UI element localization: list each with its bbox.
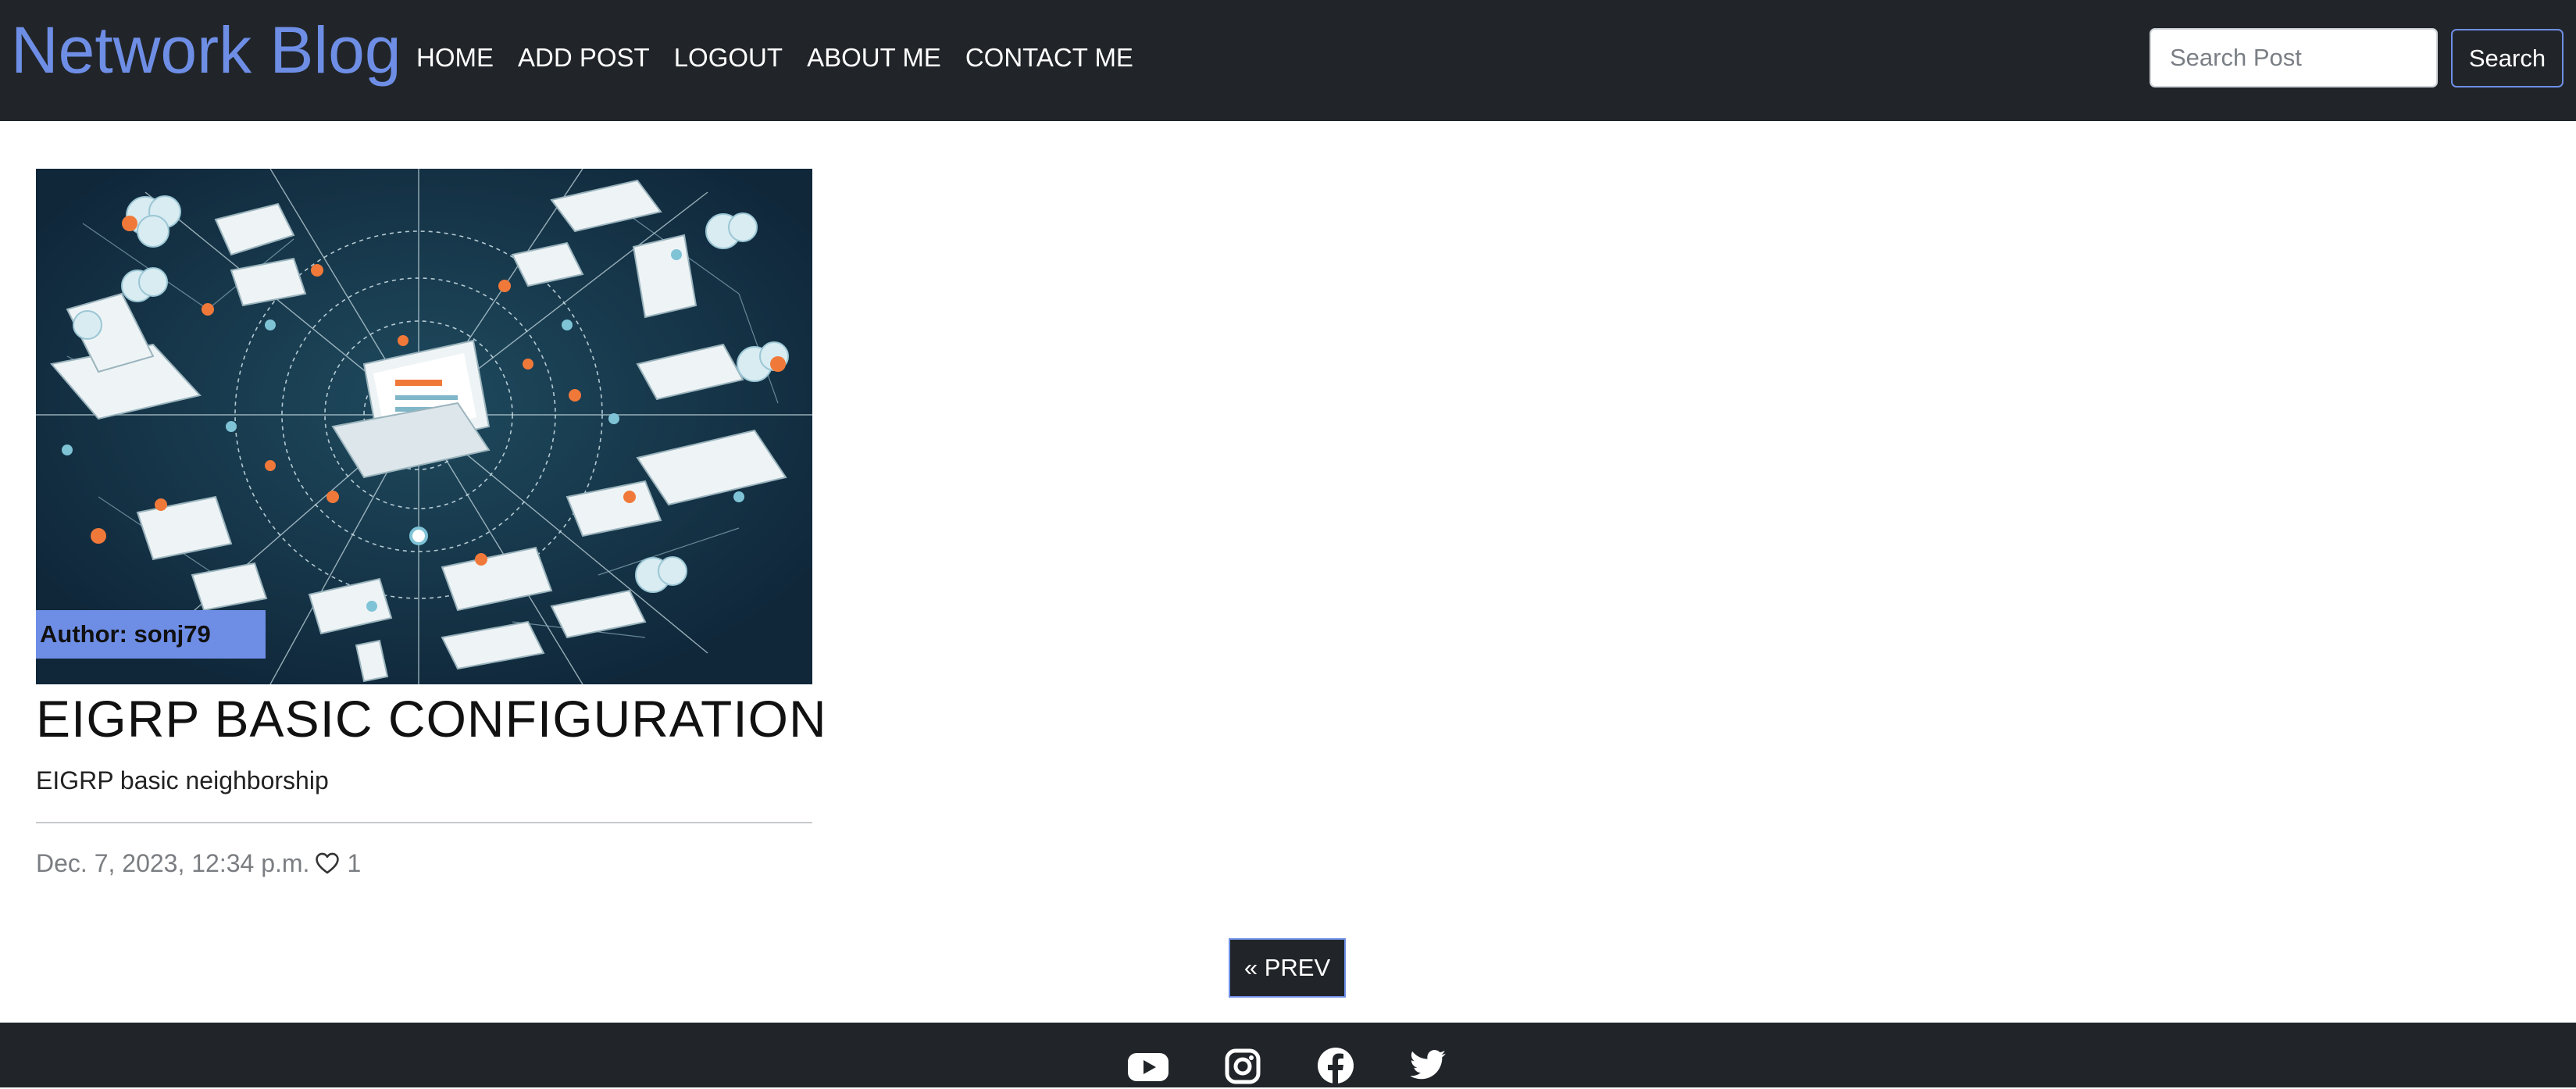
post-date: Dec. 7, 2023, 12:34 p.m.: [36, 849, 310, 877]
nav-link-add-post[interactable]: ADD POST: [518, 39, 650, 77]
youtube-icon[interactable]: [1127, 1046, 1169, 1085]
nav-link-home[interactable]: HOME: [416, 39, 494, 77]
brand-logo[interactable]: Network Blog: [11, 11, 401, 89]
heart-icon[interactable]: [314, 850, 341, 877]
facebook-icon[interactable]: [1315, 1046, 1357, 1085]
nav-link-about-me[interactable]: ABOUT ME: [807, 39, 941, 77]
search-button[interactable]: Search: [2451, 29, 2564, 87]
network-illustration-icon: [36, 169, 812, 684]
nav-link-contact-me[interactable]: CONTACT ME: [965, 39, 1133, 77]
twitter-icon[interactable]: [1407, 1046, 1449, 1085]
post-title[interactable]: EIGRP BASIC CONFIGURATION: [36, 687, 826, 750]
prev-page-button[interactable]: « PREV: [1229, 938, 1346, 998]
post-card[interactable]: Author: sonj79 EIGRP BASIC CONFIGURATION…: [36, 169, 826, 880]
post-image[interactable]: Author: sonj79: [36, 169, 812, 684]
footer: [0, 1023, 2576, 1087]
instagram-icon[interactable]: [1222, 1046, 1264, 1085]
nav-link-logout[interactable]: LOGOUT: [674, 39, 783, 77]
post-summary: EIGRP basic neighborship: [36, 766, 329, 794]
search-input[interactable]: [2150, 28, 2438, 87]
author-badge: Author: sonj79: [36, 610, 266, 659]
like-count: 1: [347, 849, 362, 877]
post-meta: Dec. 7, 2023, 12:34 p.m. 1: [36, 847, 812, 880]
top-navbar: Network Blog HOME ADD POST LOGOUT ABOUT …: [0, 0, 2576, 121]
nav-links: HOME ADD POST LOGOUT ABOUT ME CONTACT ME: [416, 39, 1158, 77]
post-divider: [36, 822, 812, 823]
